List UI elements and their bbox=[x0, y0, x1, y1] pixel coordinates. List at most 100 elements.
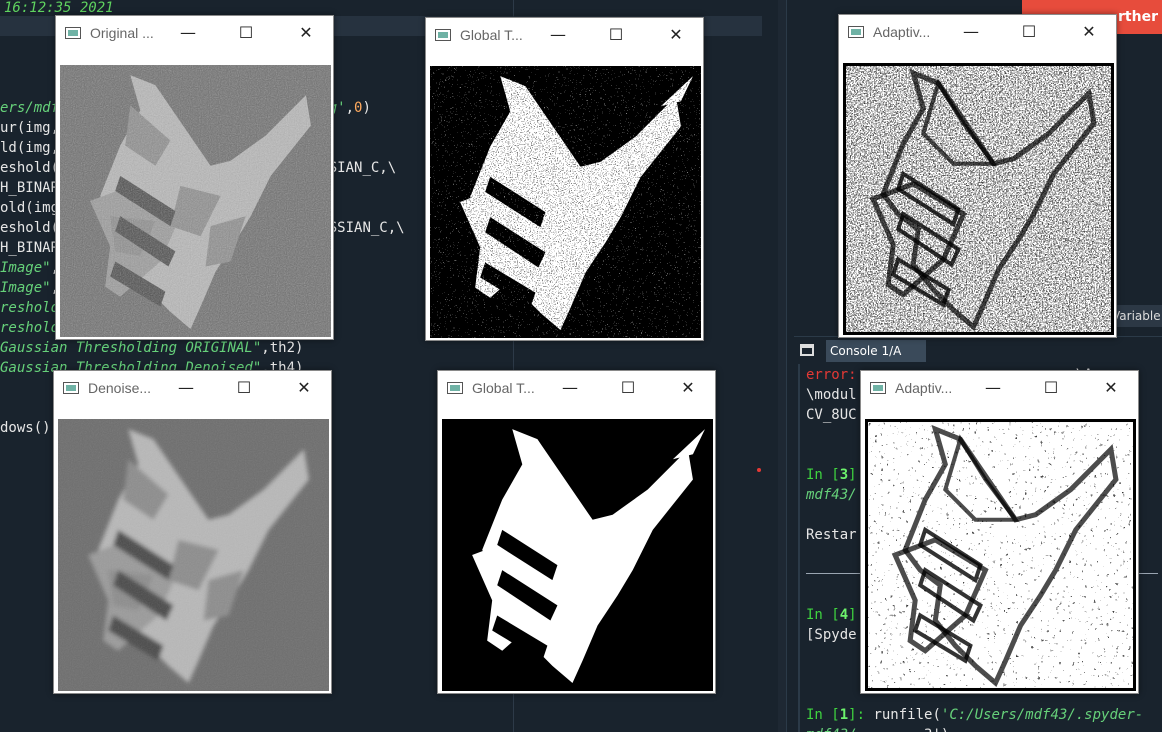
maximize-icon[interactable]: ☐ bbox=[599, 371, 657, 405]
window-title: Original ... bbox=[90, 25, 154, 41]
code-line: ur(img, bbox=[0, 118, 59, 138]
console-token: 4 bbox=[839, 607, 849, 623]
code-token: ,th2) bbox=[261, 340, 304, 356]
window-titlebar[interactable]: Denoise... — ☐ ✕ bbox=[54, 371, 331, 405]
processed-image bbox=[843, 63, 1114, 335]
image-window-adaptive2[interactable]: Adaptiv... — ☐ ✕ bbox=[860, 370, 1139, 694]
minimize-icon[interactable]: — bbox=[942, 15, 1000, 49]
console-token: mdf43/ bbox=[806, 487, 857, 503]
console-line: In [4] bbox=[806, 605, 857, 625]
window-title: Denoise... bbox=[88, 380, 152, 396]
code-line: dows() bbox=[0, 418, 51, 438]
window-app-icon bbox=[65, 27, 81, 39]
console-token: ] bbox=[848, 607, 857, 623]
folder-icon[interactable] bbox=[800, 344, 814, 356]
code-line: Gaussian Thresholding ORIGINAL",th2) bbox=[0, 338, 303, 358]
maximize-icon[interactable]: ☐ bbox=[1022, 371, 1080, 405]
minimize-icon[interactable]: — bbox=[541, 371, 599, 405]
close-icon[interactable]: ✕ bbox=[647, 18, 705, 52]
window-titlebar[interactable]: Adaptiv... — ☐ ✕ bbox=[839, 15, 1116, 49]
window-app-icon bbox=[870, 382, 886, 394]
console-line: In [1]: runfile('C:/Users/mdf43/.spyder- bbox=[806, 705, 1143, 725]
maximize-icon[interactable]: ☐ bbox=[217, 16, 275, 50]
window-title: Adaptiv... bbox=[895, 380, 953, 396]
window-app-icon bbox=[435, 29, 451, 41]
code-token: Image" bbox=[0, 260, 51, 276]
console-line: mdf43/ 3') bbox=[806, 725, 949, 732]
code-line: old(img bbox=[0, 198, 59, 218]
code-token: eshold( bbox=[0, 160, 60, 176]
code-token: ur(img, bbox=[0, 120, 60, 136]
window-titlebar[interactable]: Global T... — ☐ ✕ bbox=[438, 371, 715, 405]
code-token: H_BINAR bbox=[0, 180, 60, 196]
minimize-icon[interactable]: — bbox=[964, 371, 1022, 405]
code-token: eshold( bbox=[0, 220, 60, 236]
close-icon[interactable]: ✕ bbox=[277, 16, 335, 50]
console-token: In [ bbox=[806, 707, 840, 723]
code-token: dows() bbox=[0, 420, 51, 436]
console-token: In [ bbox=[806, 607, 840, 623]
console-token: Restar bbox=[806, 527, 857, 543]
maximize-icon[interactable]: ☐ bbox=[215, 371, 273, 405]
console-line: mdf43/ bbox=[806, 485, 857, 505]
window-app-icon bbox=[447, 382, 463, 394]
image-window-denoised[interactable]: Denoise... — ☐ ✕ bbox=[53, 370, 332, 694]
console-token: 'C:/Users/mdf43/.spyder- bbox=[940, 707, 1144, 723]
code-line: H_BINAR bbox=[0, 178, 59, 198]
code-line: Image", bbox=[0, 258, 59, 278]
processed-image bbox=[865, 419, 1136, 691]
editor-timestamp: 16:12:35 2021 bbox=[4, 0, 114, 16]
minimize-icon[interactable]: — bbox=[157, 371, 215, 405]
breakpoint-marker bbox=[757, 468, 761, 472]
processed-image bbox=[430, 66, 701, 338]
console-token: In [ bbox=[806, 467, 840, 483]
tab-console[interactable]: Console 1/A bbox=[826, 340, 926, 362]
code-token: Image" bbox=[0, 280, 51, 296]
image-window-adaptive1[interactable]: Adaptiv... — ☐ ✕ bbox=[838, 14, 1117, 338]
window-titlebar[interactable]: Original ... — ☐ ✕ bbox=[56, 16, 333, 50]
image-window-global2[interactable]: Global T... — ☐ ✕ bbox=[437, 370, 716, 694]
tab-variable-explorer[interactable]: Variable bbox=[1112, 305, 1162, 327]
code-token: ) bbox=[362, 100, 371, 116]
processed-image bbox=[58, 419, 329, 691]
console-token: mdf43/ bbox=[806, 727, 857, 732]
window-title: Global T... bbox=[472, 380, 535, 396]
processed-image bbox=[442, 419, 713, 691]
window-app-icon bbox=[848, 26, 864, 38]
console-token: 3 bbox=[839, 467, 849, 483]
code-token: H_BINAR bbox=[0, 240, 60, 256]
window-title: Adaptiv... bbox=[873, 24, 931, 40]
code-token: , bbox=[345, 100, 355, 116]
image-window-original[interactable]: Original ... — ☐ ✕ bbox=[55, 15, 334, 340]
console-token: ] bbox=[848, 467, 857, 483]
maximize-icon[interactable]: ☐ bbox=[587, 18, 645, 52]
console-token: 1 bbox=[839, 707, 849, 723]
code-line: H_BINAR bbox=[0, 238, 59, 258]
code-token: Gaussian Thresholding ORIGINAL" bbox=[0, 340, 262, 356]
image-window-global1[interactable]: Global T... — ☐ ✕ bbox=[425, 17, 704, 341]
window-app-icon bbox=[63, 382, 79, 394]
console-token: runfile( bbox=[873, 707, 941, 723]
code-token: ers/mdf bbox=[0, 100, 60, 116]
minimize-icon[interactable]: — bbox=[529, 18, 587, 52]
minimize-icon[interactable]: — bbox=[159, 16, 217, 50]
window-titlebar[interactable]: Adaptiv... — ☐ ✕ bbox=[861, 371, 1138, 405]
console-token: error: bbox=[806, 367, 857, 383]
console-token: 3') bbox=[924, 727, 949, 732]
window-titlebar[interactable]: Global T... — ☐ ✕ bbox=[426, 18, 703, 52]
close-icon[interactable]: ✕ bbox=[659, 371, 717, 405]
window-title: Global T... bbox=[460, 27, 523, 43]
console-token: ]: bbox=[848, 707, 874, 723]
code-line: ld(img, bbox=[0, 138, 59, 158]
code-line: Image", bbox=[0, 278, 59, 298]
pane-splitter[interactable] bbox=[778, 0, 786, 732]
close-icon[interactable]: ✕ bbox=[275, 371, 333, 405]
maximize-icon[interactable]: ☐ bbox=[1000, 15, 1058, 49]
console-token bbox=[857, 727, 924, 732]
processed-image bbox=[60, 65, 331, 337]
console-line: Restar bbox=[806, 525, 857, 545]
close-icon[interactable]: ✕ bbox=[1082, 371, 1140, 405]
code-token: old(img bbox=[0, 200, 60, 216]
code-token: ld(img, bbox=[0, 140, 60, 156]
close-icon[interactable]: ✕ bbox=[1060, 15, 1118, 49]
